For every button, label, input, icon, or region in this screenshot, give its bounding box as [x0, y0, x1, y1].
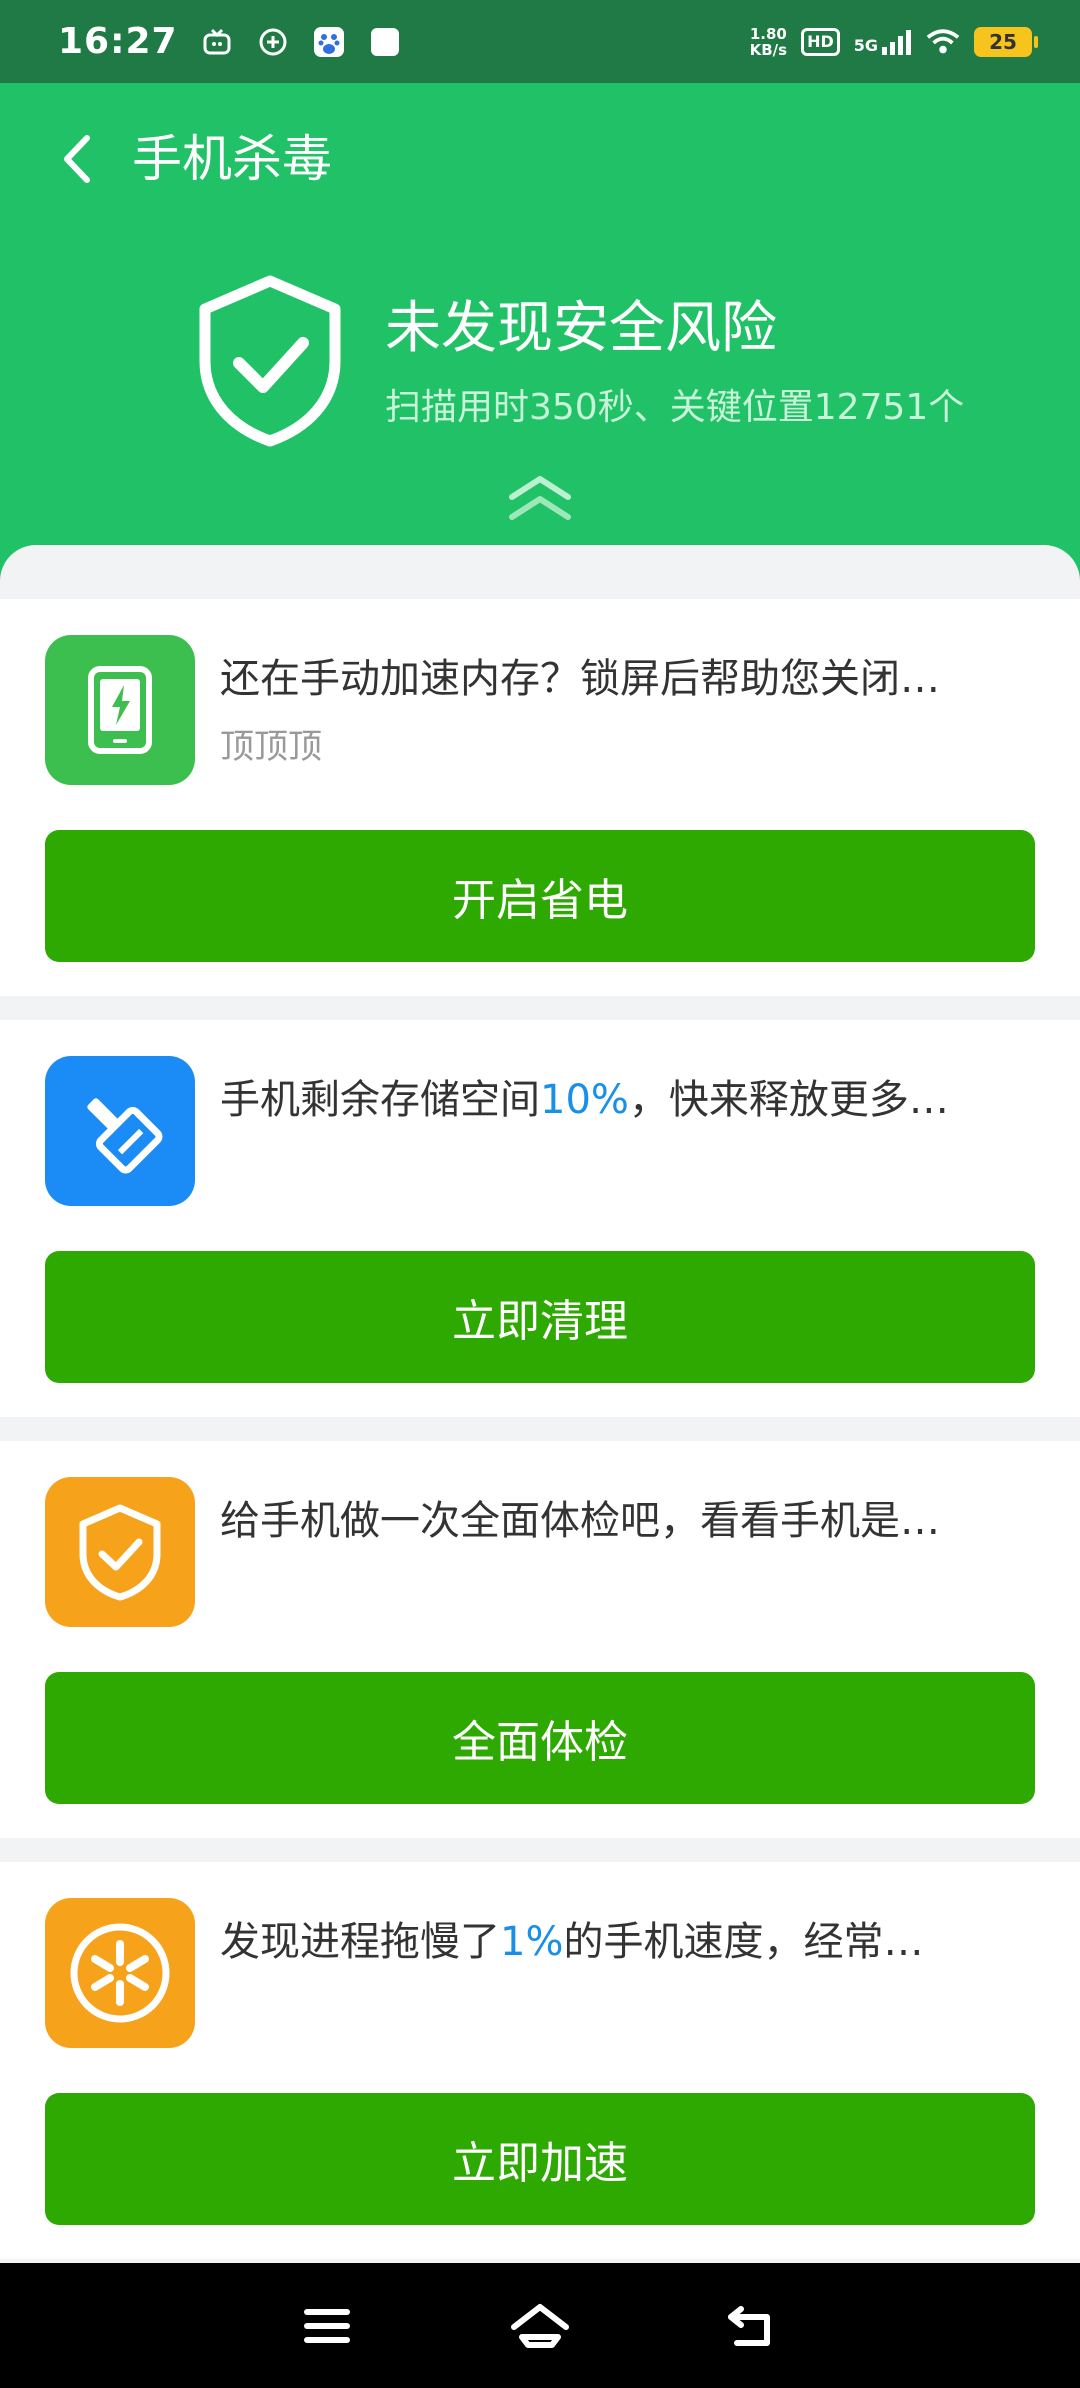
back-arrow-icon [728, 2305, 771, 2346]
speed-up-now-button[interactable]: 立即加速 [45, 2093, 1035, 2225]
card-power-saving: 还在手动加速内存？锁屏后帮助您关闭… 顶顶顶 开启省电 [0, 599, 1080, 996]
card-speed-up: 发现进程拖慢了1%的手机速度，经常… 立即加速 [0, 1862, 1080, 2259]
network-speed: 1.80 KB/s [750, 26, 787, 58]
scan-result-subtitle: 扫描用时350秒、关键位置12751个 [385, 387, 965, 428]
phone-charging-icon [45, 635, 195, 785]
status-bar: 16:27 1.80 KB/s HD 5G 25 [0, 0, 1080, 83]
signal-bars-icon [882, 29, 911, 55]
card-text-after: ，快来释放更多… [628, 1077, 949, 1123]
browser-app-icon [256, 25, 290, 59]
card-text-before: 手机剩余存储空间 [220, 1077, 540, 1123]
full-checkup-button[interactable]: 全面体检 [45, 1672, 1035, 1804]
network-type: 5G [853, 35, 878, 55]
card-text-after: 的手机速度，经常… [563, 1919, 924, 1965]
speed-percentage: 1% [500, 1919, 564, 1965]
shield-check-icon [45, 1477, 195, 1627]
card-text: 手机剩余存储空间10%，快来释放更多… [220, 1072, 1040, 1128]
home-icon [510, 2303, 569, 2348]
card-storage-clean: 手机剩余存储空间10%，快来释放更多… 立即清理 [0, 1020, 1080, 1417]
signal-indicator: 5G [854, 29, 912, 55]
card-text: 还在手动加速内存？锁屏后帮助您关闭… [220, 656, 940, 702]
card-subtext: 顶顶顶 [220, 727, 322, 767]
network-speed-value: 1.80 [749, 24, 787, 43]
chevron-left-icon [64, 135, 90, 183]
header: 手机杀毒 未发现安全风险 扫描用时350秒、关键位置12751个 [0, 83, 1080, 593]
nav-back-button[interactable] [713, 2286, 793, 2366]
battery-indicator: 25 [974, 26, 1038, 57]
broom-icon [45, 1056, 195, 1206]
card-full-checkup: 给手机做一次全面体检吧，看看手机是… 全面体检 [0, 1441, 1080, 1838]
system-nav-bar [0, 2263, 1080, 2388]
page-title: 手机杀毒 [132, 130, 332, 188]
network-speed-unit: KB/s [749, 40, 788, 59]
nav-home-button[interactable] [500, 2286, 580, 2366]
status-time: 16:27 [58, 21, 178, 62]
clean-now-button[interactable]: 立即清理 [45, 1251, 1035, 1383]
speed-wheel-icon [45, 1898, 195, 2048]
baidu-app-icon [312, 25, 346, 59]
hd-badge: HD [801, 27, 840, 56]
scan-result-title: 未发现安全风险 [385, 296, 777, 361]
enable-power-saving-button[interactable]: 开启省电 [45, 830, 1035, 962]
back-button[interactable] [48, 123, 104, 195]
card-text-before: 发现进程拖慢了 [220, 1919, 500, 1965]
shield-check-icon [199, 275, 341, 447]
content-area: 还在手动加速内存？锁屏后帮助您关闭… 顶顶顶 开启省电 手机剩余存储空间10%，… [0, 545, 1080, 2263]
card-text: 给手机做一次全面体检吧，看看手机是… [220, 1498, 940, 1544]
double-chevron-up-icon[interactable] [508, 471, 572, 523]
card-text: 发现进程拖慢了1%的手机速度，经常… [220, 1914, 1040, 1970]
status-right: 1.80 KB/s HD 5G 25 [750, 25, 1038, 59]
app-notification-icon [368, 25, 402, 59]
storage-percentage: 10% [540, 1077, 629, 1123]
nav-menu-button[interactable] [287, 2286, 367, 2366]
tv-app-icon [200, 25, 234, 59]
status-left: 16:27 [58, 21, 402, 62]
menu-icon [303, 2308, 350, 2343]
wifi-icon [926, 25, 960, 59]
